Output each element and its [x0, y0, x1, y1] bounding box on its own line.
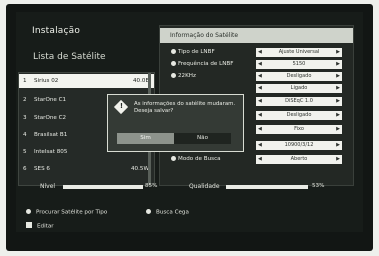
arrow-right-icon[interactable]: ▶	[336, 155, 340, 164]
arrow-left-icon[interactable]: ◀	[258, 125, 262, 134]
legend-blind-search: Busca Cega	[146, 209, 189, 216]
satellite-list-header: Lista de Satélite	[33, 52, 106, 62]
arrow-left-icon[interactable]: ◀	[258, 141, 262, 150]
bullet-icon	[26, 209, 31, 214]
signal-level-bar	[63, 185, 143, 189]
satellite-number: 4	[23, 132, 27, 138]
satellite-name: Sirius 02	[34, 78, 59, 84]
search-mode-selector[interactable]: ◀ Aberto ▶	[256, 155, 342, 164]
legend-search-by-type: Procurar Satélite por Tipo	[26, 209, 107, 216]
arrow-right-icon[interactable]: ▶	[336, 84, 340, 93]
setting-4-selector[interactable]: ◀ Ligado ▶	[256, 84, 342, 93]
satellite-number: 6	[23, 166, 27, 172]
setting-8-selector[interactable]: ◀ 10900/3/12 ▶	[256, 141, 342, 150]
bullet-icon	[146, 209, 151, 214]
legend-edit: Editar	[26, 222, 54, 230]
quality-bar	[226, 185, 308, 189]
setting-lnbf-frequency[interactable]: Frequência de LNBF ◀ 5150 ▶	[168, 59, 350, 70]
setting-22khz[interactable]: 22KHz ◀ Desligado ▶	[168, 71, 350, 82]
satellite-number: 1	[23, 78, 27, 84]
satellite-number: 5	[23, 149, 27, 155]
arrow-left-icon[interactable]: ◀	[258, 84, 262, 93]
lnbf-type-selector[interactable]: ◀ Ajuste Universal ▶	[256, 48, 342, 57]
arrow-right-icon[interactable]: ▶	[336, 97, 340, 106]
quality-value: 53%	[312, 183, 325, 189]
satellite-info-header: Informação do Satélite	[160, 28, 353, 43]
satellite-name: Brasilsat B1	[34, 132, 68, 138]
arrow-right-icon[interactable]: ▶	[336, 48, 340, 57]
square-icon	[26, 222, 32, 228]
setting-search-mode[interactable]: Modo de Busca ◀ Aberto ▶	[168, 154, 350, 165]
arrow-left-icon[interactable]: ◀	[258, 72, 262, 81]
satellite-name: Intelsat 805	[34, 149, 68, 155]
quality-label: Qualidade	[189, 183, 220, 190]
setting-5-selector[interactable]: ◀ DiSEqC 1.0 ▶	[256, 97, 342, 106]
bullet-icon	[171, 48, 176, 54]
arrow-left-icon[interactable]: ◀	[258, 111, 262, 120]
satellite-number: 3	[23, 115, 27, 121]
satellite-position: 40.0E	[133, 78, 149, 84]
signal-level-label: Nível	[40, 183, 56, 190]
setting-row-4[interactable]: ◀ Ligado ▶	[168, 83, 350, 94]
no-button[interactable]: Não	[174, 133, 231, 144]
satellite-row[interactable]: 6 SES 6 40.5W	[19, 162, 154, 176]
page-title: Instalação	[32, 26, 81, 36]
satellite-name: StarOne C1	[34, 97, 67, 103]
satellite-number: 2	[23, 97, 27, 103]
setting-lnbf-type[interactable]: Tipo de LNBF ◀ Ajuste Universal ▶	[168, 47, 350, 58]
arrow-left-icon[interactable]: ◀	[258, 97, 262, 106]
bullet-icon	[171, 60, 176, 66]
arrow-right-icon[interactable]: ▶	[336, 72, 340, 81]
satellite-position: 40.5W	[131, 166, 149, 172]
satellite-name: StarOne C2	[34, 115, 67, 121]
arrow-left-icon[interactable]: ◀	[258, 48, 262, 57]
setting-7-selector[interactable]: ◀ Fixo ▶	[256, 125, 342, 134]
arrow-right-icon[interactable]: ▶	[336, 125, 340, 134]
arrow-left-icon[interactable]: ◀	[258, 60, 262, 69]
yes-button[interactable]: Sim	[117, 133, 174, 144]
bullet-icon	[171, 72, 176, 78]
arrow-right-icon[interactable]: ▶	[336, 141, 340, 150]
arrow-right-icon[interactable]: ▶	[336, 111, 340, 120]
satellite-row[interactable]: 1 Sirius 02 40.0E	[19, 74, 154, 88]
lnbf-frequency-selector[interactable]: ◀ 5150 ▶	[256, 60, 342, 69]
signal-level-value: 85%	[145, 183, 158, 189]
arrow-left-icon[interactable]: ◀	[258, 155, 262, 164]
arrow-right-icon[interactable]: ▶	[336, 60, 340, 69]
22khz-selector[interactable]: ◀ Desligado ▶	[256, 72, 342, 81]
setting-6-selector[interactable]: ◀ Desligado ▶	[256, 111, 342, 120]
satellite-name: SES 6	[34, 166, 50, 172]
dialog-message: As informações do satélite mudaram. Dese…	[134, 101, 236, 114]
bullet-icon	[171, 155, 176, 161]
